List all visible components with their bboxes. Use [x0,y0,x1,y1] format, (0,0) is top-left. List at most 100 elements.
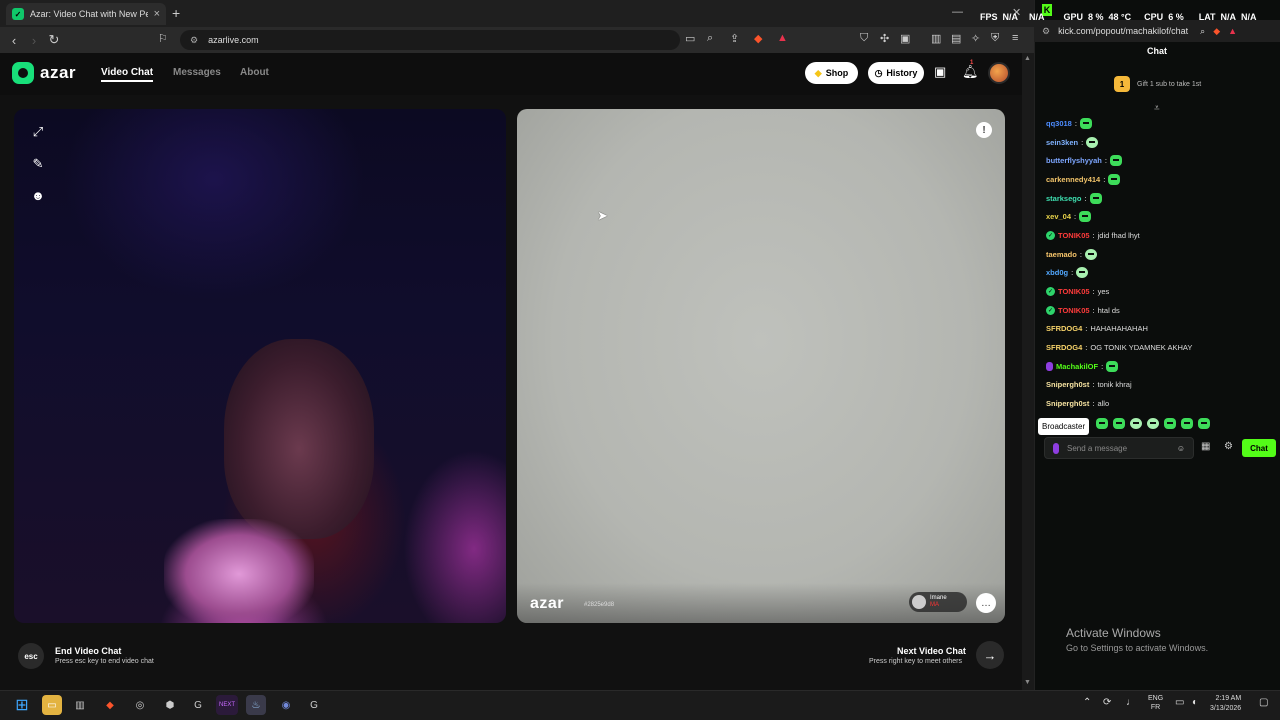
inbox-icon[interactable]: ▣ [934,64,946,80]
emote-icon [1079,211,1092,223]
user-avatar[interactable] [988,62,1010,84]
sidebar-icon[interactable]: ▥ [931,32,941,45]
brave-rewards-icon[interactable]: ▲ [777,32,788,44]
lat-value-1: N/A [1220,12,1237,22]
network-icon[interactable]: ▭ [1175,697,1184,708]
chat-username[interactable]: MachakilOF [1056,362,1098,371]
azar-logo[interactable]: azar [12,62,76,84]
lat-label: LAT [1198,12,1216,22]
vpn-icon[interactable]: ⛨ [991,32,999,45]
tray-sync-icon[interactable]: ⟳ [1103,697,1111,708]
browser-tab-azar[interactable]: ✓ Azar: Video Chat with New Pe × [6,3,166,25]
pinned-toggle-icon[interactable]: ⩡ [1154,103,1160,114]
chat-username[interactable]: qq3018 [1046,119,1072,128]
ghub-icon[interactable]: G [304,695,324,715]
gift-sub-banner[interactable]: 1 Gift 1 sub to take 1st [1114,76,1201,92]
discord-icon[interactable]: ◉ [276,695,296,715]
chat-username[interactable]: SFRDOG4 [1046,324,1082,333]
nav-video-chat[interactable]: Video Chat [101,67,154,82]
notification-bell-icon[interactable]: 🔔︎ [962,64,979,80]
emote-icon[interactable] [1181,418,1193,429]
forward-icon[interactable]: › [24,33,44,48]
azar-favicon-icon: ✓ [12,8,24,20]
chat-message: ✓ TONIK05: yes [1046,282,1276,301]
xbox-icon[interactable]: ◎ [130,695,150,715]
wallet-icon[interactable]: ▤ [951,32,961,45]
nav-messages[interactable]: Messages [173,67,221,78]
zoom-icon[interactable]: ⌕ [707,32,713,45]
chat-username[interactable]: xbd0g [1046,268,1068,277]
emote-icon[interactable] [1164,418,1176,429]
share-icon[interactable]: ⇪ [730,32,739,45]
chat-separator: : [1092,305,1095,315]
chat-username[interactable]: Snipergh0st [1046,399,1089,408]
microphone-icon[interactable]: ♩ [1126,697,1136,708]
menu-icon[interactable]: ≡ [1012,32,1018,44]
peer-info-badge[interactable]: Imane MA [909,592,967,612]
chat-username[interactable]: TONIK05 [1058,306,1090,315]
history-button[interactable]: ◷ History [868,62,924,84]
notifications-icon[interactable]: ▢ [1259,697,1268,708]
input-language[interactable]: ENG FR [1148,694,1163,712]
store-icon[interactable]: ▥ [70,695,90,715]
chat-username[interactable]: taemado [1046,250,1077,259]
windows-start-icon[interactable]: ⊞ [12,695,32,715]
emote-icon[interactable] [1130,418,1142,429]
leo-ai-icon[interactable]: ✧ [971,32,980,45]
extensions-icon[interactable]: ✣ [880,32,889,45]
reload-icon[interactable]: ↻ [44,32,64,48]
gift-box-icon[interactable]: ▦ [1201,441,1210,452]
emoji-picker-icon[interactable]: ☺ [1177,444,1185,453]
shop-button[interactable]: ◆ Shop [805,62,858,84]
send-chat-button[interactable]: Chat [1242,439,1276,457]
next-app-icon[interactable]: NEXT [216,695,238,715]
url-bar[interactable]: ⚙ azarlive.com [180,30,680,50]
emote-icon[interactable] [1147,418,1159,429]
screenshot-icon[interactable]: ▣ [900,32,910,45]
nav-about[interactable]: About [240,67,269,78]
file-explorer-icon[interactable]: ▭ [42,695,62,715]
next-arrow-button[interactable]: → [976,641,1004,669]
minimize-icon[interactable]: — [952,6,963,18]
steam-icon[interactable]: ♨ [246,695,266,715]
magic-wand-icon[interactable]: ✎ [33,156,44,172]
chat-settings-icon[interactable]: ⚙ [1224,441,1233,452]
bookmark-icon[interactable]: ⚐ [158,32,168,45]
logitech-icon[interactable]: G [188,695,208,715]
end-chat-title[interactable]: End Video Chat [55,646,121,656]
site-info-icon[interactable]: ⚙ [190,35,198,46]
chat-username[interactable]: carkennedy414 [1046,175,1100,184]
esc-key-button[interactable]: esc [18,643,44,669]
chat-username[interactable]: starksego [1046,194,1081,203]
tray-chevron-icon[interactable]: ⌃ [1083,697,1091,708]
next-chat-title[interactable]: Next Video Chat [897,646,966,656]
cast-icon[interactable]: ▭ [685,32,695,45]
chat-username[interactable]: butterflyshyyah [1046,156,1102,165]
chat-username[interactable]: TONIK05 [1058,287,1090,296]
page-scrollbar[interactable] [1022,53,1034,690]
sticker-face-icon[interactable]: ☻ [31,188,45,203]
chat-username[interactable]: sein3ken [1046,138,1078,147]
volume-icon[interactable]: ◐ [1192,697,1198,708]
chat-username[interactable]: Snipergh0st [1046,380,1089,389]
extension-shield-icon[interactable]: ⛉ [860,32,868,45]
message-bubble-icon[interactable]: … [976,593,996,613]
epic-icon[interactable]: ⬢ [160,695,180,715]
emote-icon[interactable] [1096,418,1108,429]
system-clock[interactable]: 2:19 AM 3/13/2026 [1210,694,1241,714]
brave-shield-icon[interactable]: ◆ [754,32,762,45]
scroll-up-icon[interactable]: ▲ [1024,55,1031,62]
chat-username[interactable]: xev_04 [1046,212,1071,221]
new-tab-icon[interactable]: + [172,5,180,21]
chat-input[interactable]: Send a message ☺ [1044,437,1194,459]
chat-username[interactable]: TONIK05 [1058,231,1090,240]
expand-icon[interactable]: ⤢ [33,124,43,140]
brave-browser-icon[interactable]: ◆ [100,695,120,715]
emote-icon[interactable] [1113,418,1125,429]
back-icon[interactable]: ‹ [4,33,24,48]
chat-username[interactable]: SFRDOG4 [1046,343,1082,352]
report-shield-icon[interactable]: ! [976,122,992,138]
scroll-down-icon[interactable]: ▼ [1024,679,1031,686]
emote-icon[interactable] [1198,418,1210,429]
tab-close-icon[interactable]: × [154,8,160,20]
